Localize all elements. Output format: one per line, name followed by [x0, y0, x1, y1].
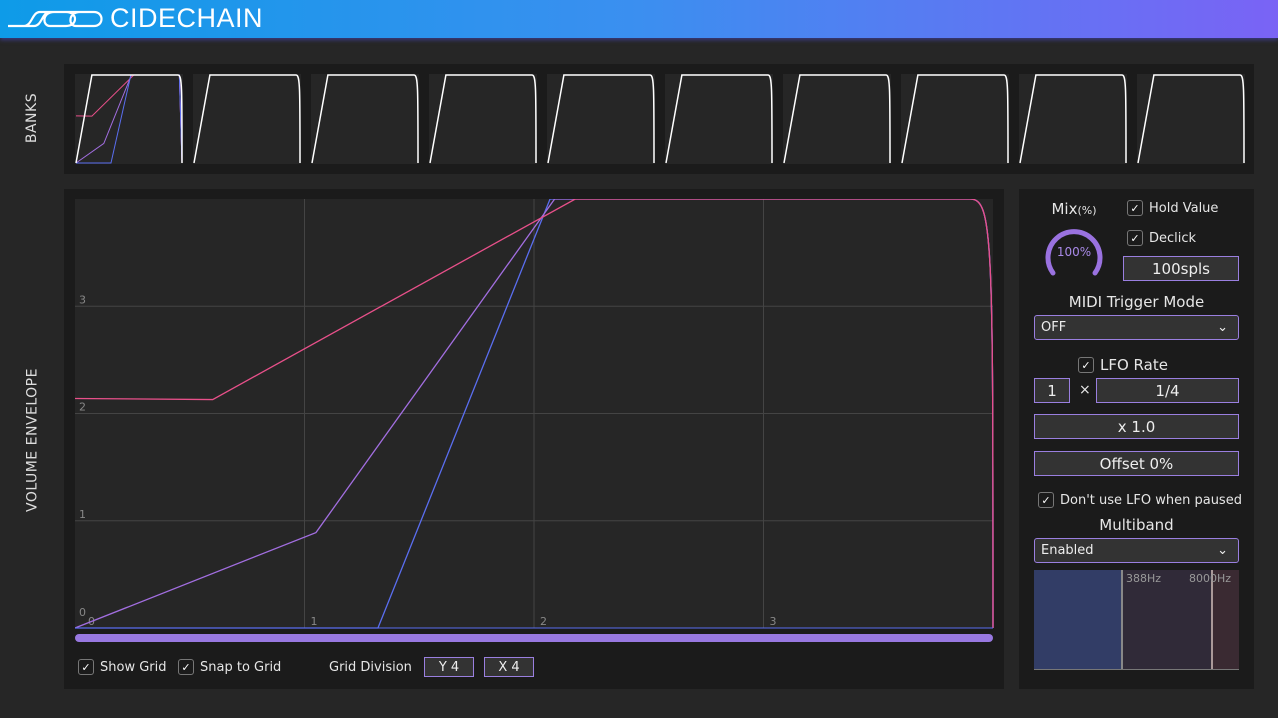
hold-value-label: Hold Value: [1149, 200, 1219, 216]
low-band: [1034, 570, 1121, 669]
check-icon: ✓: [1038, 492, 1054, 508]
check-icon: ✓: [1078, 357, 1094, 373]
lfo-scale-field[interactable]: x 1.0: [1034, 414, 1239, 439]
midi-trigger-value: OFF: [1041, 320, 1067, 335]
x-tick-label: 3: [770, 615, 777, 628]
grid-division-label: Grid Division: [329, 660, 412, 675]
y-tick-label: 0: [79, 606, 86, 619]
logo-icon: [8, 10, 103, 28]
y-tick-label: 3: [79, 293, 86, 306]
midi-trigger-label: MIDI Trigger Mode: [1068, 293, 1205, 311]
bank-curve: [76, 74, 183, 164]
times-sign: ×: [1079, 382, 1091, 398]
bank-curve: [75, 74, 183, 164]
declick-label: Declick: [1149, 230, 1197, 246]
bank-envelope-curve: [311, 74, 419, 164]
bank-thumbnail[interactable]: [783, 74, 891, 164]
bank-thumbnail[interactable]: [547, 74, 655, 164]
bank-envelope-curve: [901, 74, 1009, 164]
lfo-offset-field[interactable]: Offset 0%: [1034, 451, 1239, 476]
snap-to-grid-label: Snap to Grid: [200, 659, 282, 675]
grid-division-y[interactable]: Y 4: [424, 657, 474, 677]
grid-division-x[interactable]: X 4: [484, 657, 534, 677]
declick-samples-field[interactable]: 100spls: [1123, 256, 1239, 281]
envelope-editor[interactable]: 0 1 2 30123: [75, 199, 995, 631]
check-icon: ✓: [178, 659, 194, 675]
chevron-down-icon: ⌄: [1217, 543, 1228, 558]
chevron-down-icon: ⌄: [1217, 320, 1228, 335]
show-grid-checkbox[interactable]: ✓ Show Grid: [78, 659, 167, 675]
bank-thumbnail[interactable]: [901, 74, 1009, 164]
check-icon: ✓: [1127, 200, 1143, 216]
hold-value-checkbox[interactable]: ✓ Hold Value: [1127, 200, 1218, 216]
bank-envelope-curve: [665, 74, 773, 164]
multiband-dropdown[interactable]: Enabled ⌄: [1034, 538, 1239, 563]
snap-to-grid-checkbox[interactable]: ✓ Snap to Grid: [178, 659, 281, 675]
multiband-label: Multiband: [1099, 516, 1174, 534]
bank-thumbnail[interactable]: [1019, 74, 1127, 164]
bank-envelope-curve: [193, 74, 301, 164]
bank-envelope-curve: [783, 74, 891, 164]
envelope-scrollbar[interactable]: [75, 634, 993, 642]
app-title: CIDECHAIN: [110, 3, 264, 33]
midi-trigger-dropdown[interactable]: OFF ⌄: [1034, 315, 1239, 340]
multiband-value: Enabled: [1041, 543, 1094, 558]
bank-thumbnail[interactable]: [75, 74, 183, 164]
bank-envelope-curve: [429, 74, 537, 164]
declick-checkbox[interactable]: ✓ Declick: [1127, 230, 1196, 246]
show-grid-label: Show Grid: [100, 659, 167, 675]
header: CIDECHAIN: [0, 0, 1278, 38]
bank-envelope-curve: [1137, 74, 1245, 164]
mix-value: 100%: [1056, 245, 1092, 259]
bank-thumbnail[interactable]: [665, 74, 773, 164]
high-crossover-freq: 8000Hz: [1189, 572, 1232, 585]
bank-curve: [75, 74, 183, 164]
x-tick-label: 2: [540, 615, 547, 628]
low-crossover-freq: 388Hz: [1126, 572, 1162, 585]
check-icon: ✓: [78, 659, 94, 675]
bank-thumbnail[interactable]: [193, 74, 301, 164]
volume-envelope-label: VOLUME ENVELOPE: [24, 368, 41, 512]
y-tick-label: 1: [79, 508, 86, 521]
x-tick-label: 1: [311, 615, 318, 628]
lfo-paused-checkbox[interactable]: ✓ Don't use LFO when paused: [1038, 492, 1242, 508]
multiband-display[interactable]: 388Hz 8000Hz: [1034, 570, 1239, 670]
bank-thumbnail[interactable]: [311, 74, 419, 164]
lfo-rate-checkbox[interactable]: ✓ LFO Rate: [1078, 356, 1168, 374]
lfo-division-field[interactable]: 1/4: [1096, 378, 1239, 403]
y-tick-label: 2: [79, 401, 86, 414]
lfo-multiplier-field[interactable]: 1: [1034, 378, 1070, 403]
bank-thumbnail[interactable]: [429, 74, 537, 164]
lfo-paused-label: Don't use LFO when paused: [1060, 492, 1242, 508]
banks-label: BANKS: [24, 92, 40, 144]
lfo-rate-label: LFO Rate: [1100, 356, 1168, 374]
mix-label: Mix(%): [1051, 200, 1097, 218]
banks-panel: [64, 64, 1254, 174]
bank-envelope-curve: [547, 74, 655, 164]
check-icon: ✓: [1127, 230, 1143, 246]
bank-thumbnail[interactable]: [1137, 74, 1245, 164]
bank-envelope-curve: [75, 74, 183, 164]
bank-envelope-curve: [1019, 74, 1127, 164]
